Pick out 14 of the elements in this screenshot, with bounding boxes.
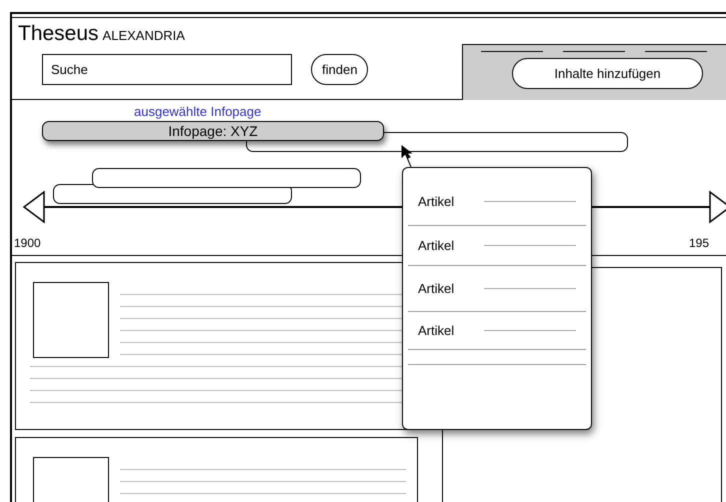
app-title: Theseus [18,22,99,46]
infopage-bar[interactable]: Infopage: XYZ [42,121,384,141]
search-field[interactable]: Suche [42,54,292,85]
find-button[interactable]: finden [311,54,368,85]
selection-caption: ausgewählte Infopage [134,104,262,119]
add-content-button[interactable]: Inhalte hinzufügen [512,58,703,89]
article-item[interactable]: Artikel [418,192,484,212]
article-item[interactable]: Artikel [418,320,484,340]
article-item[interactable]: Artikel [418,236,484,256]
app-subtitle: ALEXANDRIA [102,27,185,45]
article-item[interactable]: Artikel [418,278,484,298]
year-label: 195 [689,235,710,252]
infopage-bar[interactable] [92,168,361,188]
year-label: 1900 [14,235,41,252]
